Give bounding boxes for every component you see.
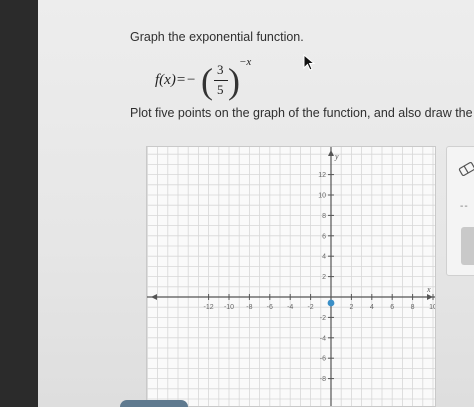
fraction-bar [214, 80, 228, 81]
y-axis-arrow-up [328, 150, 334, 156]
x-axis-arrow-left [151, 294, 157, 300]
y-tick-label: 12 [318, 172, 326, 179]
y-tick-label: 10 [318, 193, 326, 200]
mouse-cursor-icon [303, 54, 316, 71]
eraser-icon[interactable] [457, 161, 474, 177]
left-paren: ( [201, 61, 213, 101]
function-formula: f(x)=− ( 3 5 ) −x [155, 56, 295, 102]
graph-panel[interactable]: xy-12-10-8-6-4-22468101212108642-2-4-6-8 [146, 146, 436, 407]
y-tick-label: 8 [322, 213, 326, 220]
instruction-text: Plot five points on the graph of the fun… [130, 106, 474, 120]
formula-sign: − [185, 72, 197, 88]
y-axis-label: y [334, 152, 339, 161]
formula-lhs-text: f(x)= [155, 72, 186, 88]
y-tick-label: -6 [320, 356, 326, 363]
x-tick-label: 10 [429, 304, 436, 311]
coordinate-grid[interactable]: xy-12-10-8-6-4-22468101212108642-2-4-6-8 [147, 147, 436, 407]
x-tick-label: 8 [411, 304, 415, 311]
x-axis-arrow-right [427, 294, 433, 300]
x-tick-label: 4 [370, 304, 374, 311]
bottom-action-button[interactable] [120, 400, 188, 407]
x-tick-label: -4 [287, 304, 293, 311]
fraction-denominator: 5 [217, 82, 224, 97]
x-axis-label: x [426, 285, 431, 294]
x-tick-label: 2 [349, 304, 353, 311]
fraction-numerator: 3 [217, 62, 224, 77]
y-tick-label: -2 [320, 315, 326, 322]
x-tick-label: -12 [204, 304, 214, 311]
side-action-button[interactable] [461, 227, 474, 265]
y-tick-label: -4 [320, 335, 326, 342]
prompt-text: Graph the exponential function. [130, 30, 304, 44]
x-tick-label: -6 [267, 304, 273, 311]
plotted-point[interactable] [327, 299, 335, 307]
formula-lhs: f(x)=− [155, 72, 196, 89]
x-tick-label: -2 [307, 304, 313, 311]
y-tick-label: 2 [322, 274, 326, 281]
more-tools-label[interactable]: -- [460, 201, 469, 212]
y-tick-label: -8 [320, 376, 326, 383]
y-tick-label: 6 [322, 233, 326, 240]
screen: Graph the exponential function. f(x)=− (… [38, 0, 474, 407]
x-tick-label: -10 [224, 304, 234, 311]
x-tick-label: -8 [246, 304, 252, 311]
formula-exponent: −x [239, 56, 252, 68]
y-tick-label: 4 [322, 254, 326, 261]
x-tick-label: 6 [390, 304, 394, 311]
tool-panel: -- [446, 146, 474, 276]
